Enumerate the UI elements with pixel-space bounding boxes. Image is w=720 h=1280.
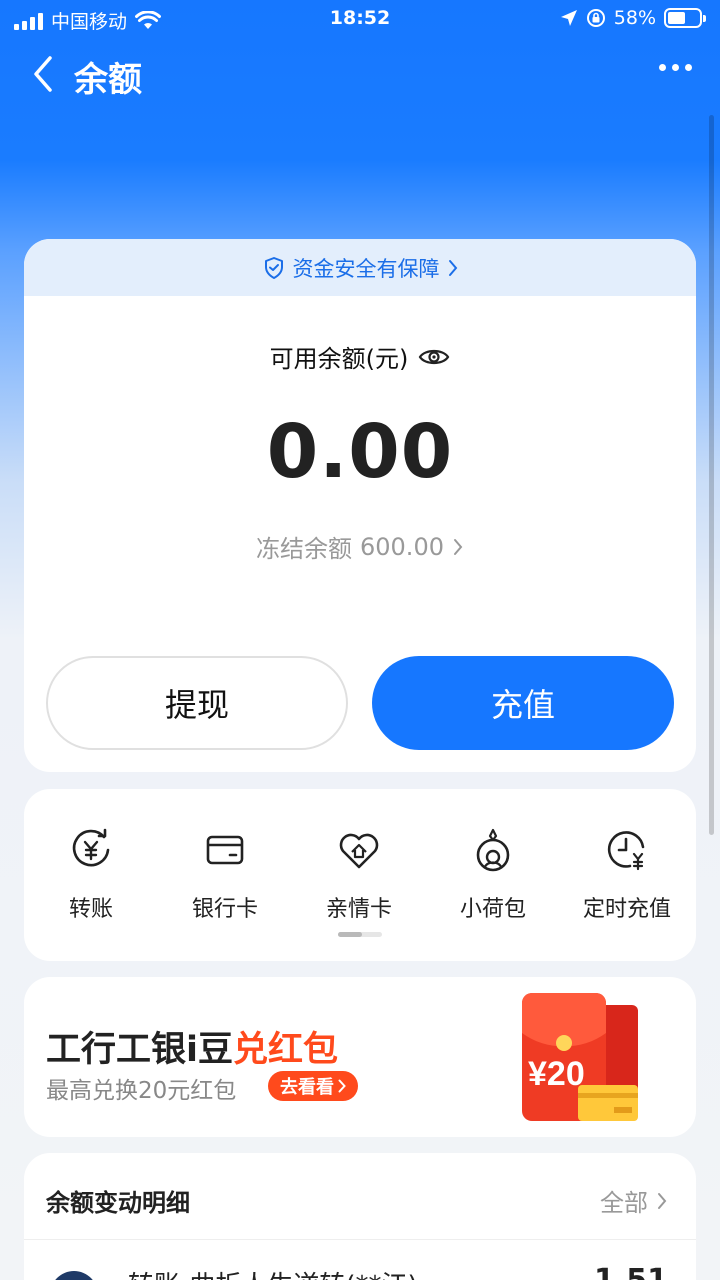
back-button[interactable] (30, 52, 70, 96)
security-notice-link[interactable]: 资金安全有保障 (24, 239, 696, 296)
chevron-right-icon (448, 259, 457, 276)
family-card-icon (339, 833, 379, 869)
shortcut-label: 银行卡 (191, 897, 258, 922)
location-icon (560, 10, 577, 26)
chevron-right-icon (453, 538, 463, 555)
shortcut-small-purse[interactable]: 小荷包 (426, 827, 560, 923)
frozen-balance-label: 冻结余额 (256, 535, 352, 563)
red-packet-amount: ¥20 (528, 1055, 585, 1093)
shortcut-family-card[interactable]: 亲情卡 (292, 827, 426, 923)
frozen-balance-amount: 600.00 (360, 532, 444, 561)
nav-header: 余额 (0, 44, 720, 104)
scrollbar[interactable] (709, 115, 714, 835)
more-dot-icon (672, 64, 679, 71)
battery-percent: 58% (613, 7, 656, 29)
withdraw-button[interactable]: 提现 (46, 656, 348, 750)
scheduled-recharge-icon (607, 831, 645, 871)
balance-label-row: 可用余额(元) (24, 339, 696, 374)
promo-go-button[interactable]: 去看看 (268, 1071, 358, 1101)
page-indicator-active (338, 932, 362, 937)
balance-details-card: 余额变动明细 全部 转账-曲折人生逆转(**江) 1.51 (24, 1153, 696, 1280)
promo-title: 工行工银i豆兑红包 (46, 1021, 338, 1072)
shortcut-transfer[interactable]: 转账 (24, 827, 158, 923)
transfer-icon (72, 828, 110, 867)
shortcut-label: 亲情卡 (325, 897, 392, 922)
detail-row-text[interactable]: 转账-曲折人生逆转(**江) (128, 1265, 418, 1280)
chevron-left-icon (34, 56, 52, 92)
security-notice-text: 资金安全有保障 (292, 256, 440, 281)
shortcut-bank-card[interactable]: 银行卡 (158, 827, 292, 923)
shortcut-scheduled-recharge[interactable]: 定时充值 (560, 827, 694, 923)
promo-subtitle: 最高兑换20元红包 (46, 1078, 237, 1104)
promo-banner[interactable]: 工行工银i豆兑红包 最高兑换20元红包 去看看 ¥20 (24, 977, 696, 1137)
shortcuts-card: 转账 银行卡 亲情卡 小荷包 定时充值 (24, 789, 696, 961)
shortcut-label: 转账 (68, 897, 113, 922)
page-title: 余额 (74, 60, 142, 100)
chevron-right-icon (658, 1192, 667, 1209)
status-right: 58% (560, 7, 706, 29)
shortcut-label: 小荷包 (459, 897, 526, 922)
balance-card: 资金安全有保障 可用余额(元) 0.00 冻结余额 600.00 提现 充值 (24, 239, 696, 772)
more-dot-icon (659, 64, 666, 71)
details-title: 余额变动明细 (46, 1189, 190, 1217)
promo-title-main: 工行工银i豆 (46, 1030, 233, 1070)
detail-row-amount: 1.51 (594, 1263, 668, 1280)
battery-icon (664, 8, 706, 28)
more-options-button[interactable] (659, 64, 692, 71)
promo-go-label: 去看看 (280, 1077, 334, 1098)
balance-amount: 0.00 (266, 409, 454, 495)
balance-label: 可用余额(元) (269, 345, 409, 373)
status-bar: 中国移动 18:52 58% (0, 0, 720, 40)
red-packet-image: ¥20 (518, 991, 648, 1127)
bank-card-icon (206, 835, 244, 865)
details-all-label: 全部 (600, 1189, 648, 1217)
divider (24, 1239, 696, 1240)
avatar (50, 1271, 98, 1280)
recharge-button[interactable]: 充值 (372, 656, 674, 750)
shield-icon (264, 256, 283, 279)
page-indicator (338, 932, 382, 937)
shortcut-label: 定时充值 (582, 897, 671, 922)
orientation-lock-icon (586, 9, 605, 27)
small-purse-icon (476, 828, 510, 872)
promo-title-highlight: 兑红包 (233, 1030, 339, 1070)
eye-icon[interactable] (418, 345, 450, 369)
chevron-right-icon (338, 1079, 346, 1093)
details-all-link[interactable]: 全部 (600, 1183, 668, 1218)
battery-fill (668, 12, 686, 24)
more-dot-icon (685, 64, 692, 71)
frozen-balance-link[interactable]: 冻结余额 600.00 (24, 529, 696, 564)
